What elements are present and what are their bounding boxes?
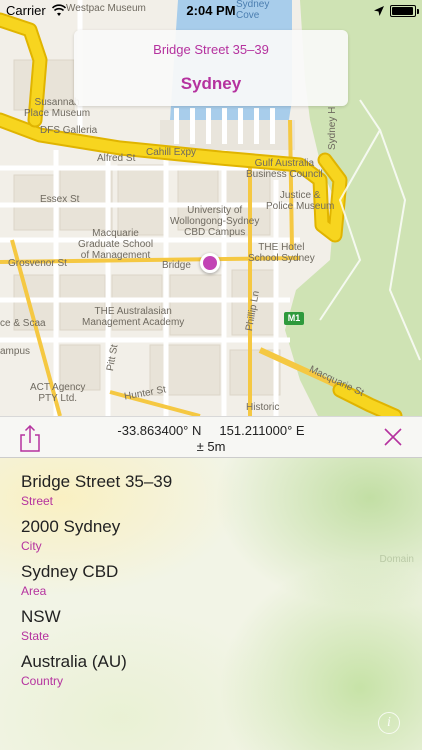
accuracy-value: ± 5m: [196, 439, 226, 454]
map-label-dfs: DFS Galleria: [40, 125, 98, 136]
longitude-value: 151.211000° E: [219, 423, 305, 438]
address-row-country[interactable]: Australia (AU) Country: [21, 652, 127, 688]
map-label-alfred: Alfred St: [97, 153, 136, 164]
map-label-campus: ampus: [0, 346, 31, 357]
map-label-grosvenor: Grosvenor St: [8, 258, 67, 269]
map-label-justice: Justice & Police Museum: [266, 190, 335, 212]
share-icon[interactable]: [18, 425, 42, 453]
state-label: State: [21, 629, 50, 643]
coordinate-bar: -33.863400° N 151.211000° E ± 5m: [0, 416, 422, 458]
country-label: Country: [21, 674, 64, 688]
country-value: Australia (AU): [21, 652, 127, 671]
location-arrow-icon: [374, 6, 384, 16]
map-label-bridge: Bridge: [162, 260, 191, 271]
map-label-scaa: ce & Scaa: [0, 318, 46, 329]
address-row-state[interactable]: NSW State: [21, 607, 61, 643]
callout-subtitle: Bridge Street 35–39: [153, 42, 269, 57]
status-bar: Carrier 2:04 PM: [0, 0, 422, 22]
map-label-macquarie-grad: Macquarie Graduate School of Management: [78, 228, 154, 261]
callout-title: Sydney: [180, 74, 242, 93]
coordinates-line: -33.863400° N 151.211000° E: [60, 423, 362, 438]
location-pin[interactable]: [200, 253, 220, 273]
address-details: Domain Bridge Street 35–39 Street 2000 S…: [0, 458, 422, 750]
area-value: Sydney CBD: [21, 562, 119, 581]
street-label: Street: [21, 494, 54, 508]
map-label-uow: University of Wollongong-Sydney CBD Camp…: [170, 205, 260, 238]
battery-level: [392, 7, 413, 15]
motorway-shield-m1: M1: [284, 312, 304, 325]
address-row-city[interactable]: 2000 Sydney City: [21, 517, 120, 553]
map-label-gulf: Gulf Australia Business Council: [246, 158, 323, 180]
status-time: 2:04 PM: [186, 3, 236, 18]
location-callout[interactable]: Bridge Street 35–39 Sydney: [74, 30, 348, 106]
city-label: City: [21, 539, 42, 553]
domain-watermark: Domain: [379, 554, 414, 565]
address-row-street[interactable]: Bridge Street 35–39 Street: [21, 472, 172, 508]
map-label-hotel: THE Hotel School Sydney: [248, 242, 315, 264]
street-value: Bridge Street 35–39: [21, 472, 173, 491]
address-row-area[interactable]: Sydney CBD Area: [21, 562, 118, 598]
latitude-value: -33.863400° N: [117, 423, 202, 438]
area-label: Area: [21, 584, 47, 598]
state-value: NSW: [21, 607, 61, 626]
map-label-historic: Historic: [246, 402, 280, 413]
map-label-essex: Essex St: [40, 194, 80, 205]
map-view[interactable]: Westpac Museum Sydney Cove Susannah Plac…: [0, 0, 422, 416]
close-icon[interactable]: [382, 426, 404, 448]
info-icon[interactable]: i: [378, 712, 400, 734]
map-label-aus-mgmt: THE Australasian Management Academy: [82, 306, 185, 328]
city-value: 2000 Sydney: [21, 517, 121, 536]
map-label-cahill: Cahill Expy: [146, 147, 197, 158]
map-label-sydney-h: Sydney H: [327, 106, 338, 150]
map-label-act-agency: ACT Agency PTY Ltd.: [30, 382, 86, 404]
battery-icon: [390, 5, 419, 17]
